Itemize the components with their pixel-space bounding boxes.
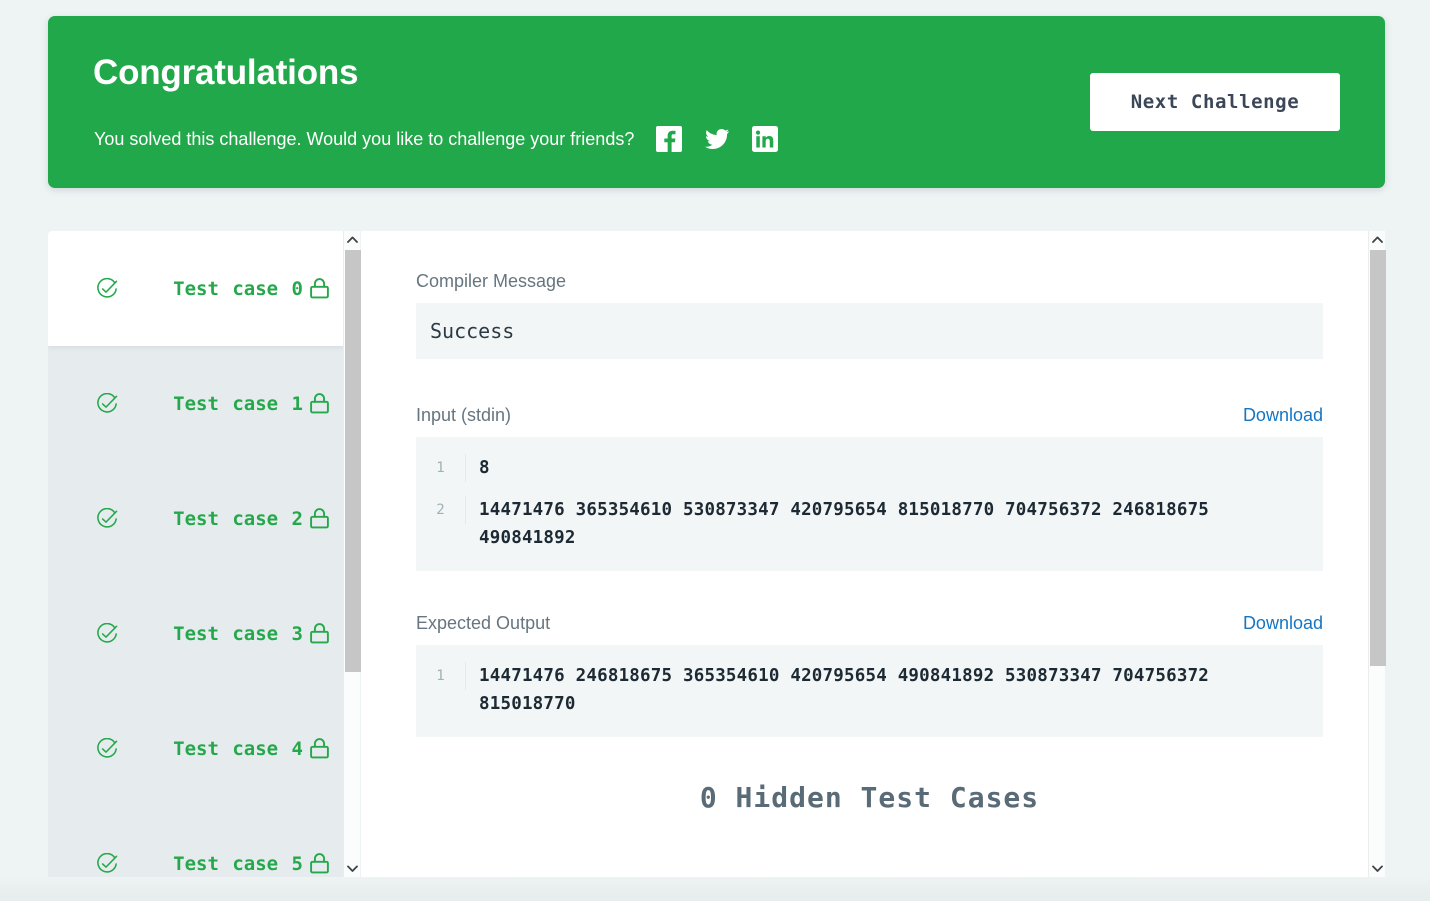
testcase-detail-content: Compiler Message Success Input (stdin) D… xyxy=(361,231,1368,814)
testcase-row-1[interactable]: Test case 1 xyxy=(48,346,343,461)
testcase-detail-panel: Compiler Message Success Input (stdin) D… xyxy=(361,231,1385,877)
facebook-icon[interactable] xyxy=(656,126,683,152)
input-text: 14471476 365354610 530873347 420795654 8… xyxy=(479,500,1220,548)
line-number: 1 xyxy=(416,662,466,690)
expected-output-line: 1 14471476 246818675 365354610 420795654 … xyxy=(416,655,1323,725)
social-share-group xyxy=(656,126,779,152)
input-label: Input (stdin) xyxy=(416,405,512,425)
testcase-list: Test case 0 Test case 1 Test case 2 Test ca… xyxy=(48,231,343,877)
testcase-row-4[interactable]: Test case 4 xyxy=(48,691,343,806)
testcase-label: Test case 5 xyxy=(173,852,303,875)
congratulations-title: Congratulations xyxy=(93,53,359,92)
testcase-panel: Test case 0 Test case 1 Test case 2 Test ca… xyxy=(48,231,343,877)
next-challenge-button[interactable]: Next Challenge xyxy=(1090,73,1340,131)
testcase-lock-icon xyxy=(309,622,330,645)
testcase-lock-icon xyxy=(309,852,330,875)
input-download-link[interactable]: Download xyxy=(1243,405,1323,426)
testcase-lock-icon xyxy=(309,507,330,530)
congratulations-banner: Congratulations You solved this challeng… xyxy=(48,16,1385,188)
testcase-label: Test case 2 xyxy=(173,507,303,530)
line-number: 1 xyxy=(416,454,466,482)
testcase-passed-icon xyxy=(96,737,118,760)
expected-download-link[interactable]: Download xyxy=(1243,613,1323,634)
testcase-row-2[interactable]: Test case 2 xyxy=(48,461,343,576)
scrollbar-thumb[interactable] xyxy=(345,250,361,672)
hidden-testcases-note: 0 Hidden Test Cases xyxy=(699,781,1040,814)
scroll-up-icon[interactable] xyxy=(344,231,361,248)
congratulations-subtitle-row: You solved this challenge. Would you lik… xyxy=(94,126,779,152)
testcase-row-3[interactable]: Test case 3 xyxy=(48,576,343,691)
scroll-up-icon[interactable] xyxy=(1369,231,1386,248)
results-area: Test case 0 Test case 1 Test case 2 Test ca… xyxy=(48,231,1386,877)
page-bottom-fade xyxy=(0,877,1430,901)
scrollbar-thumb[interactable] xyxy=(1370,250,1386,666)
input-line: 18 xyxy=(416,447,1323,489)
testcase-lock-icon xyxy=(309,277,330,300)
line-number: 2 xyxy=(416,496,466,524)
compiler-message-label: Compiler Message xyxy=(416,271,567,291)
testcase-label: Test case 3 xyxy=(173,622,303,645)
testcase-label: Test case 1 xyxy=(173,392,303,415)
linkedin-icon[interactable] xyxy=(752,126,779,152)
testcase-scrollbar[interactable] xyxy=(343,231,361,877)
testcase-passed-icon xyxy=(96,622,118,645)
testcase-row-5[interactable]: Test case 5 xyxy=(48,806,343,877)
compiler-message-value: Success xyxy=(416,303,1323,359)
expected-output-text: 14471476 246818675 365354610 420795654 4… xyxy=(479,666,1220,714)
input-text: 8 xyxy=(479,458,490,478)
testcase-row-0[interactable]: Test case 0 xyxy=(48,231,343,346)
input-code-block: 1 8 2 14471476 365354610 530873347 42079565… xyxy=(416,437,1323,571)
testcase-passed-icon xyxy=(96,507,118,530)
input-header-row: Input (stdin) Download xyxy=(416,405,1323,426)
testcase-label: Test case 4 xyxy=(173,737,303,760)
testcase-lock-icon xyxy=(309,737,330,760)
expected-output-label: Expected Output xyxy=(416,613,551,633)
scroll-down-icon[interactable] xyxy=(344,860,361,877)
expected-output-code-block: 1 14471476 246818675 365354610 420795654 … xyxy=(416,645,1323,737)
testcase-passed-icon xyxy=(96,277,118,300)
testcase-lock-icon xyxy=(309,392,330,415)
scroll-down-icon[interactable] xyxy=(1369,860,1386,877)
congratulations-subtitle: You solved this challenge. Would you lik… xyxy=(94,128,635,149)
testcase-passed-icon xyxy=(96,852,118,875)
detail-scrollbar[interactable] xyxy=(1368,231,1386,877)
twitter-icon[interactable] xyxy=(704,126,730,152)
testcase-label: Test case 0 xyxy=(173,277,303,300)
testcase-passed-icon xyxy=(96,392,118,415)
expected-header-row: Expected Output Download xyxy=(416,613,1323,634)
input-line: 2 14471476 365354610 530873347 420795654 … xyxy=(416,489,1323,559)
